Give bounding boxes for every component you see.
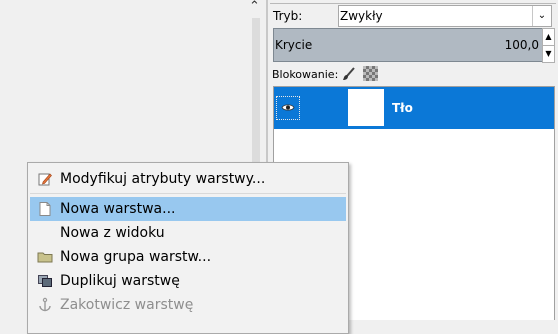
layer-row[interactable]: Tło [274,87,554,129]
menu-item-label: Nowa z widoku [60,225,165,241]
visibility-toggle[interactable] [276,96,300,120]
menu-item-anchor-layer[interactable]: Zakotwicz warstwę [30,293,346,317]
chevron-down-icon[interactable]: ⌄ [532,6,551,26]
opacity-slider[interactable]: Krycie 100,0 [273,28,543,62]
menu-item-duplicate-layer[interactable]: Duplikuj warstwę [30,269,346,293]
layer-name[interactable]: Tło [392,101,413,115]
spin-up-icon[interactable]: ▲ [542,28,555,46]
menu-item-new-layer[interactable]: Nowa warstwa... [30,197,346,221]
scroll-up-arrow-icon[interactable]: ⌃ [249,0,260,14]
menu-item-label: Duplikuj warstwę [60,273,180,289]
eye-icon [281,104,295,111]
anchor-icon [37,297,53,313]
duplicate-icon [37,273,53,289]
menu-item-label: Modyfikuj atrybuty warstwy... [60,171,266,187]
mode-value: Zwykły [340,9,383,23]
spin-down-icon[interactable]: ▼ [542,45,555,63]
menu-item-label: Nowa warstwa... [60,201,176,217]
lock-pixels-brush-icon[interactable] [341,66,357,82]
opacity-label: Krycie [275,38,313,52]
lock-label: Blokowanie: [272,68,339,81]
new-document-icon [37,201,53,217]
layer-thumbnail[interactable] [348,89,384,126]
layer-context-menu: Modyfikuj atrybuty warstwy... Nowa warst… [27,162,349,334]
menu-separator [30,193,346,194]
folder-icon [37,249,53,265]
opacity-spinner[interactable]: ▲ ▼ [542,28,555,63]
menu-item-edit-attributes[interactable]: Modyfikuj atrybuty warstwy... [30,167,346,191]
menu-item-new-layer-group[interactable]: Nowa grupa warstw... [30,245,346,269]
lock-alpha-checker-icon[interactable] [363,66,378,81]
edit-icon [37,171,53,187]
menu-item-new-from-visible[interactable]: Nowa z widoku [30,221,346,245]
mode-label: Tryb: [273,9,303,23]
panel-top-border [270,0,556,4]
menu-item-label: Nowa grupa warstw... [60,249,212,265]
mode-select[interactable]: Zwykły ⌄ [338,5,552,27]
menu-item-label: Zakotwicz warstwę [60,297,194,313]
opacity-value: 100,0 [504,38,539,52]
